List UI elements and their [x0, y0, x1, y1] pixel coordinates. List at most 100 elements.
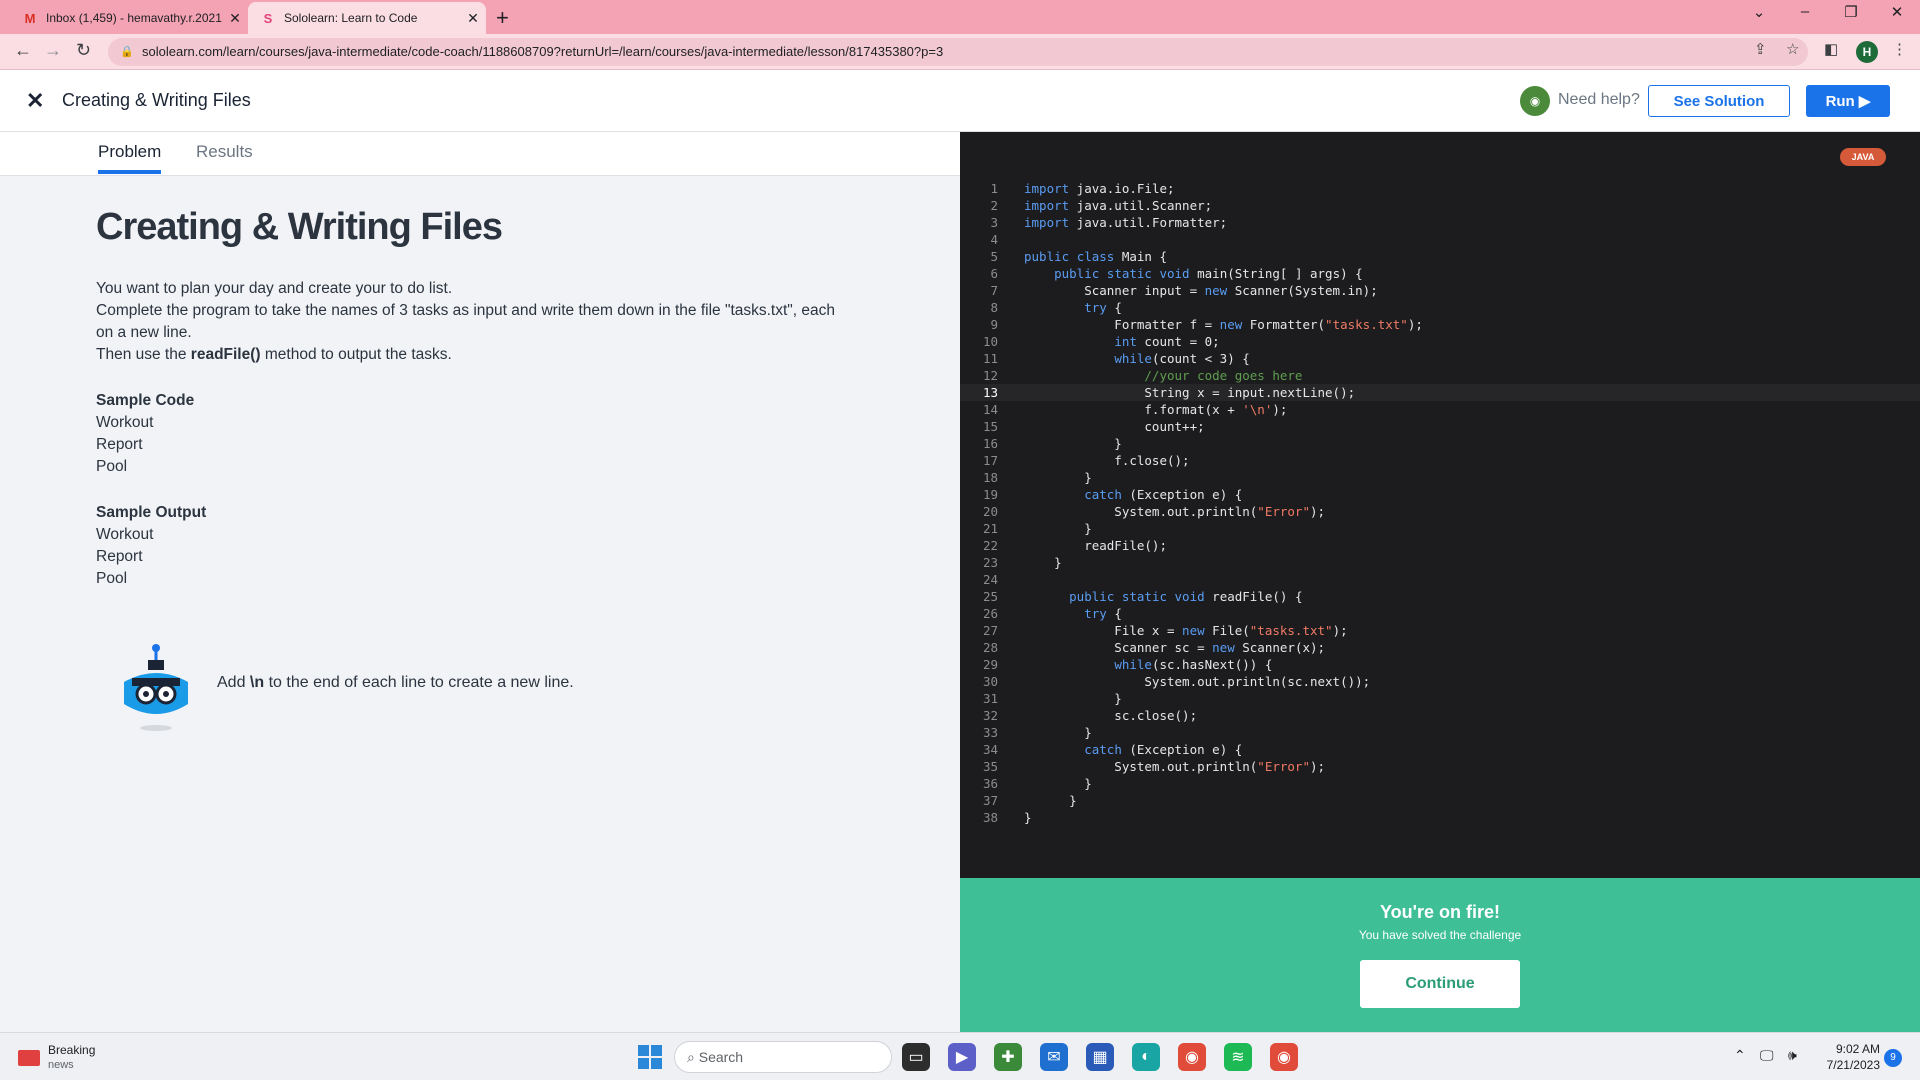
code-line[interactable]: 4 — [960, 231, 1920, 248]
notification-badge[interactable]: 9 — [1884, 1049, 1902, 1067]
chrome-icon[interactable]: ◉ — [1178, 1043, 1206, 1071]
code-line[interactable]: 1 import java.io.File; — [960, 180, 1920, 197]
code-line[interactable]: 37 } — [960, 792, 1920, 809]
app-icon[interactable]: ✚ — [994, 1043, 1022, 1071]
start-icon[interactable] — [638, 1045, 662, 1069]
code-text: } — [1024, 691, 1122, 706]
share-icon[interactable]: ⇪ — [1754, 40, 1767, 58]
network-icon[interactable]: 🖵 — [1760, 1047, 1774, 1064]
tab-title: Inbox (1,459) - hemavathy.r.2021 — [46, 11, 222, 25]
code-line[interactable]: 14 f.format(x + '\n'); — [960, 401, 1920, 418]
code-text: sc.close(); — [1024, 708, 1198, 723]
tab-gmail[interactable]: M Inbox (1,459) - hemavathy.r.2021 ✕ — [10, 2, 248, 34]
code-line[interactable]: 9 Formatter f = new Formatter("tasks.txt… — [960, 316, 1920, 333]
code-line[interactable]: 31 } — [960, 690, 1920, 707]
code-line[interactable]: 10 int count = 0; — [960, 333, 1920, 350]
code-line[interactable]: 16 } — [960, 435, 1920, 452]
code-line[interactable]: 24 — [960, 571, 1920, 588]
code-line[interactable]: 17 f.close(); — [960, 452, 1920, 469]
spotify-icon[interactable]: ≋ — [1224, 1043, 1252, 1071]
url-field[interactable]: 🔒 sololearn.com/learn/courses/java-inter… — [108, 38, 1808, 66]
line-number: 37 — [982, 793, 998, 808]
back-icon[interactable]: ← — [14, 40, 32, 61]
code-text: String x = input.nextLine(); — [1024, 385, 1356, 400]
code-lines[interactable]: 1 import java.io.File; 2 import java.util.S… — [960, 180, 1920, 826]
news-icon — [18, 1050, 40, 1066]
tab-problem[interactable]: Problem — [98, 142, 162, 174]
code-line[interactable]: 3 import java.util.Formatter; — [960, 214, 1920, 231]
bookmark-star-icon[interactable]: ☆ — [1786, 40, 1799, 58]
profile-avatar[interactable]: H — [1856, 41, 1878, 63]
tab-close-icon[interactable]: ✕ — [222, 10, 248, 27]
code-line[interactable]: 27 File x = new File("tasks.txt"); — [960, 622, 1920, 639]
line-number: 6 — [990, 266, 998, 281]
tab-search-icon[interactable]: ⌄ — [1736, 3, 1782, 21]
line-number: 23 — [982, 555, 998, 570]
code-line[interactable]: 7 Scanner input = new Scanner(System.in)… — [960, 282, 1920, 299]
code-line[interactable]: 25 public static void readFile() { — [960, 588, 1920, 605]
tab-sololearn[interactable]: S Sololearn: Learn to Code ✕ — [248, 2, 486, 34]
mail-icon[interactable]: ✉ — [1040, 1043, 1068, 1071]
see-solution-button[interactable]: See Solution — [1648, 85, 1790, 117]
tab-results[interactable]: Results — [196, 142, 253, 170]
teams-icon[interactable]: ▶ — [948, 1043, 976, 1071]
line-number: 20 — [982, 504, 998, 519]
code-line[interactable]: 20 System.out.println("Error"); — [960, 503, 1920, 520]
close-icon[interactable]: ✕ — [26, 88, 44, 114]
edge-icon[interactable]: ◐ — [1132, 1043, 1160, 1071]
code-line[interactable]: 19 catch (Exception e) { — [960, 486, 1920, 503]
store-icon[interactable]: ▦ — [1086, 1043, 1114, 1071]
reload-icon[interactable]: ↻ — [76, 40, 91, 61]
code-line[interactable]: 6 public static void main(String[ ] args… — [960, 265, 1920, 282]
new-tab-button[interactable]: + — [496, 5, 509, 31]
code-text: //your code goes here — [1024, 368, 1303, 383]
clock[interactable]: 9:02 AM 7/21/2023 — [1820, 1041, 1880, 1073]
minimize-button[interactable]: – — [1782, 3, 1828, 20]
code-line[interactable]: 12 //your code goes here — [960, 367, 1920, 384]
code-line[interactable]: 15 count++; — [960, 418, 1920, 435]
code-line[interactable]: 8 try { — [960, 299, 1920, 316]
code-line[interactable]: 11 while(count < 3) { — [960, 350, 1920, 367]
code-line[interactable]: 34 catch (Exception e) { — [960, 741, 1920, 758]
side-panel-icon[interactable]: ◧ — [1824, 40, 1838, 58]
line-number: 19 — [982, 487, 998, 502]
panel-tabs: Problem Results — [0, 132, 960, 176]
news-sub: news — [48, 1059, 74, 1071]
code-line[interactable]: 5 public class Main { — [960, 248, 1920, 265]
menu-icon[interactable]: ⋮ — [1892, 40, 1907, 58]
code-line[interactable]: 35 System.out.println("Error"); — [960, 758, 1920, 775]
desc-line-1: You want to plan your day and create you… — [96, 280, 453, 297]
code-line[interactable]: 13 String x = input.nextLine(); — [960, 384, 1920, 401]
line-number: 13 — [982, 385, 998, 400]
chrome-profile-icon[interactable]: ◉ — [1270, 1043, 1298, 1071]
search-placeholder: Search — [698, 1049, 744, 1065]
volume-icon[interactable]: 🕪 — [1788, 1047, 1797, 1064]
code-line[interactable]: 18 } — [960, 469, 1920, 486]
run-button[interactable]: Run ▶ — [1806, 85, 1890, 117]
code-line[interactable]: 21 } — [960, 520, 1920, 537]
code-line[interactable]: 22 readFile(); — [960, 537, 1920, 554]
code-line[interactable]: 33 } — [960, 724, 1920, 741]
code-line[interactable]: 23 } — [960, 554, 1920, 571]
code-line[interactable]: 2 import java.util.Scanner; — [960, 197, 1920, 214]
continue-button[interactable]: Continue — [1360, 960, 1520, 1008]
line-number: 28 — [982, 640, 998, 655]
line-number: 21 — [982, 521, 998, 536]
code-line[interactable]: 29 while(sc.hasNext()) { — [960, 656, 1920, 673]
code-editor[interactable]: JAVA 1 import java.io.File; 2 import java.u… — [960, 132, 1920, 878]
restore-button[interactable]: ❐ — [1828, 3, 1874, 21]
forward-icon[interactable]: → — [44, 40, 62, 61]
code-line[interactable]: 38} — [960, 809, 1920, 826]
code-line[interactable]: 30 System.out.println(sc.next()); — [960, 673, 1920, 690]
close-window-button[interactable]: ✕ — [1874, 3, 1920, 21]
code-line[interactable]: 26 try { — [960, 605, 1920, 622]
code-line[interactable]: 36 } — [960, 775, 1920, 792]
task-view-icon[interactable]: ▭ — [902, 1043, 930, 1071]
tray-chevron-icon[interactable]: ⌃ — [1734, 1047, 1746, 1064]
code-line[interactable]: 28 Scanner sc = new Scanner(x); — [960, 639, 1920, 656]
news-widget[interactable]: Breaking news — [18, 1043, 95, 1073]
taskbar-search[interactable]: ⌕ Search — [674, 1041, 892, 1073]
line-number: 7 — [990, 283, 998, 298]
tab-close-icon[interactable]: ✕ — [460, 10, 486, 27]
code-line[interactable]: 32 sc.close(); — [960, 707, 1920, 724]
